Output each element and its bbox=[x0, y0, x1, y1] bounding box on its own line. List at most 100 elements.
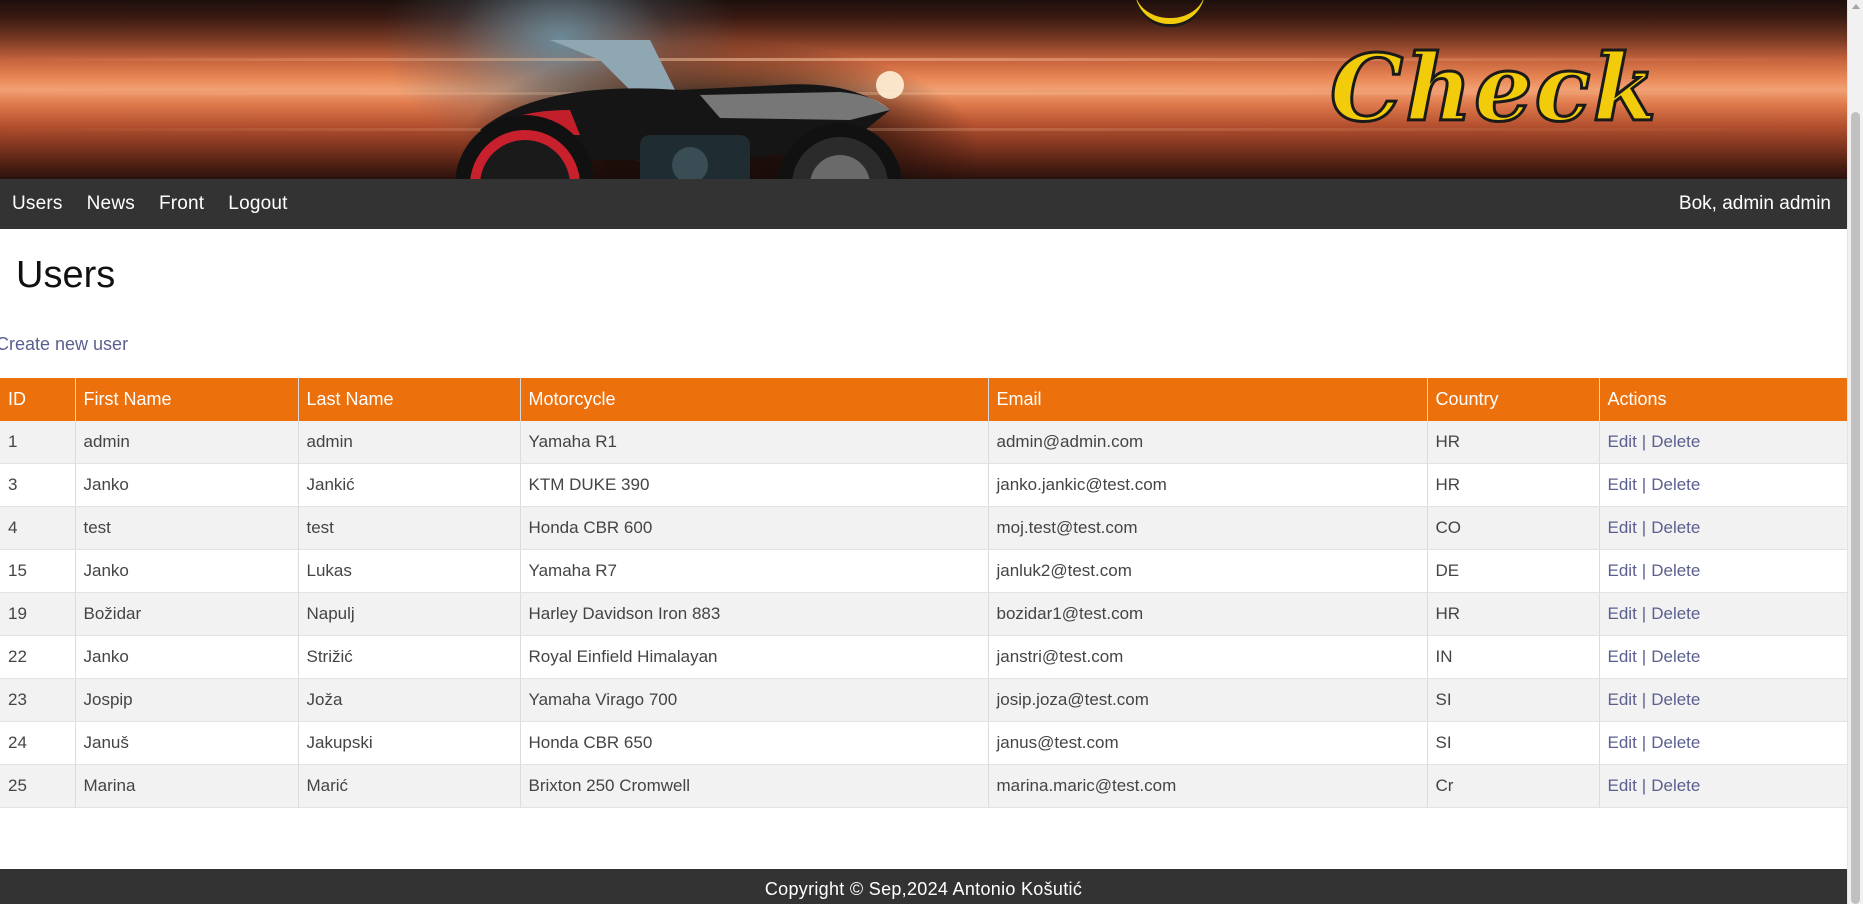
column-header: First Name bbox=[75, 378, 299, 421]
delete-user-link[interactable]: Delete bbox=[1651, 690, 1700, 709]
first-name-cell: Jospip bbox=[75, 678, 299, 722]
action-separator: | bbox=[1641, 733, 1647, 752]
user-id-cell: 22 bbox=[0, 635, 76, 679]
users-table: ID First Name Last Name Motorcycle Email… bbox=[0, 378, 1847, 808]
edit-user-link[interactable]: Edit bbox=[1608, 432, 1637, 451]
motorcycle-cell: KTM DUKE 390 bbox=[520, 463, 989, 507]
email-cell: josip.joza@test.com bbox=[988, 678, 1428, 722]
email-cell: janstri@test.com bbox=[988, 635, 1428, 679]
site-logo: Check bbox=[1328, 34, 1659, 142]
nav-logout-link[interactable]: Logout bbox=[216, 193, 299, 215]
user-id-cell: 4 bbox=[0, 506, 76, 550]
last-name-cell: Strižić bbox=[298, 635, 521, 679]
main-content: Users Create new user ID First Name Last… bbox=[0, 229, 1847, 808]
user-id-cell: 19 bbox=[0, 592, 76, 636]
actions-cell: Edit | Delete bbox=[1599, 506, 1847, 550]
column-header: Actions bbox=[1599, 378, 1847, 421]
first-name-cell: Janko bbox=[75, 635, 299, 679]
country-cell: CO bbox=[1427, 506, 1600, 550]
vertical-scrollbar[interactable] bbox=[1847, 0, 1863, 904]
edit-user-link[interactable]: Edit bbox=[1608, 776, 1637, 795]
email-cell: moj.test@test.com bbox=[988, 506, 1428, 550]
nav-users-link[interactable]: Users bbox=[0, 193, 75, 215]
last-name-cell: admin bbox=[298, 421, 521, 464]
delete-user-link[interactable]: Delete bbox=[1651, 733, 1700, 752]
top-navbar: Users News Front Logout Bok, admin admin bbox=[0, 179, 1847, 229]
last-name-cell: Napulj bbox=[298, 592, 521, 636]
page-title: Users bbox=[16, 254, 116, 296]
action-separator: | bbox=[1641, 561, 1647, 580]
motorcycle-cell: Honda CBR 600 bbox=[520, 506, 989, 550]
page: Check Users News Front Logout Bok, admin… bbox=[0, 0, 1847, 904]
last-name-cell: Jakupski bbox=[298, 721, 521, 765]
create-user-link[interactable]: Create new user bbox=[0, 334, 1847, 356]
edit-user-link[interactable]: Edit bbox=[1608, 561, 1637, 580]
user-id-cell: 3 bbox=[0, 463, 76, 507]
delete-user-link[interactable]: Delete bbox=[1651, 561, 1700, 580]
email-cell: janko.jankic@test.com bbox=[988, 463, 1428, 507]
edit-user-link[interactable]: Edit bbox=[1608, 604, 1637, 623]
email-cell: janluk2@test.com bbox=[988, 549, 1428, 593]
motorcycle-cell: Royal Einfield Himalayan bbox=[520, 635, 989, 679]
motorcycle-cell: Yamaha R1 bbox=[520, 421, 989, 464]
edit-user-link[interactable]: Edit bbox=[1608, 475, 1637, 494]
user-id-cell: 23 bbox=[0, 678, 76, 722]
scrollbar-thumb[interactable] bbox=[1851, 112, 1860, 904]
table-row: 23 Jospip Joža Yamaha Virago 700 josip.joza@… bbox=[0, 678, 1847, 722]
motorcycle-cell: Yamaha R7 bbox=[520, 549, 989, 593]
delete-user-link[interactable]: Delete bbox=[1651, 604, 1700, 623]
copyright-text: Copyright © Sep,2024 Antonio Košutić bbox=[764, 879, 1083, 899]
user-id-cell: 15 bbox=[0, 549, 76, 593]
action-separator: | bbox=[1641, 647, 1647, 666]
last-name-cell: test bbox=[298, 506, 521, 550]
motorcycle-image bbox=[455, 40, 904, 179]
edit-user-link[interactable]: Edit bbox=[1608, 647, 1637, 666]
email-cell: marina.maric@test.com bbox=[988, 764, 1428, 808]
table-row: 4 test test Honda CBR 600 moj.test@test.com C… bbox=[0, 506, 1847, 550]
edit-user-link[interactable]: Edit bbox=[1608, 518, 1637, 537]
last-name-cell: Lukas bbox=[298, 549, 521, 593]
user-id-cell: 24 bbox=[0, 721, 76, 765]
user-id-cell: 25 bbox=[0, 764, 76, 808]
country-cell: SI bbox=[1427, 678, 1600, 722]
edit-user-link[interactable]: Edit bbox=[1608, 690, 1637, 709]
email-cell: admin@admin.com bbox=[988, 421, 1428, 464]
delete-user-link[interactable]: Delete bbox=[1651, 776, 1700, 795]
delete-user-link[interactable]: Delete bbox=[1651, 475, 1700, 494]
nav-links: Users News Front Logout bbox=[0, 193, 300, 215]
table-row: 25 Marina Marić Brixton 250 Cromwell marina.… bbox=[0, 764, 1847, 808]
actions-cell: Edit | Delete bbox=[1599, 635, 1847, 679]
column-header: Email bbox=[988, 378, 1428, 421]
delete-user-link[interactable]: Delete bbox=[1651, 432, 1700, 451]
scroll-up-arrow-icon[interactable] bbox=[1852, 4, 1860, 9]
logo-swirl bbox=[1135, 0, 1205, 24]
first-name-cell: Januš bbox=[75, 721, 299, 765]
last-name-cell: Joža bbox=[298, 678, 521, 722]
column-header: Last Name bbox=[298, 378, 521, 421]
column-header: ID bbox=[0, 378, 76, 421]
edit-user-link[interactable]: Edit bbox=[1608, 733, 1637, 752]
email-cell: bozidar1@test.com bbox=[988, 592, 1428, 636]
delete-user-link[interactable]: Delete bbox=[1651, 647, 1700, 666]
actions-cell: Edit | Delete bbox=[1599, 678, 1847, 722]
table-row: 19 Božidar Napulj Harley Davidson Iron 883 b… bbox=[0, 592, 1847, 636]
nav-news-link[interactable]: News bbox=[75, 193, 147, 215]
first-name-cell: Janko bbox=[75, 463, 299, 507]
country-cell: IN bbox=[1427, 635, 1600, 679]
column-header: Country bbox=[1427, 378, 1600, 421]
actions-cell: Edit | Delete bbox=[1599, 463, 1847, 507]
last-name-cell: Jankić bbox=[298, 463, 521, 507]
action-separator: | bbox=[1641, 776, 1647, 795]
first-name-cell: admin bbox=[75, 421, 299, 464]
footer: Copyright © Sep,2024 Antonio Košutić bbox=[0, 869, 1847, 904]
first-name-cell: test bbox=[75, 506, 299, 550]
country-cell: DE bbox=[1427, 549, 1600, 593]
first-name-cell: Janko bbox=[75, 549, 299, 593]
motorcycle-cell: Honda CBR 650 bbox=[520, 721, 989, 765]
nav-front-link[interactable]: Front bbox=[147, 193, 216, 215]
delete-user-link[interactable]: Delete bbox=[1651, 518, 1700, 537]
last-name-cell: Marić bbox=[298, 764, 521, 808]
country-cell: HR bbox=[1427, 592, 1600, 636]
table-header-row: ID First Name Last Name Motorcycle Email… bbox=[0, 378, 1847, 421]
table-row: 3 Janko Jankić KTM DUKE 390 janko.jankic@tes… bbox=[0, 463, 1847, 507]
